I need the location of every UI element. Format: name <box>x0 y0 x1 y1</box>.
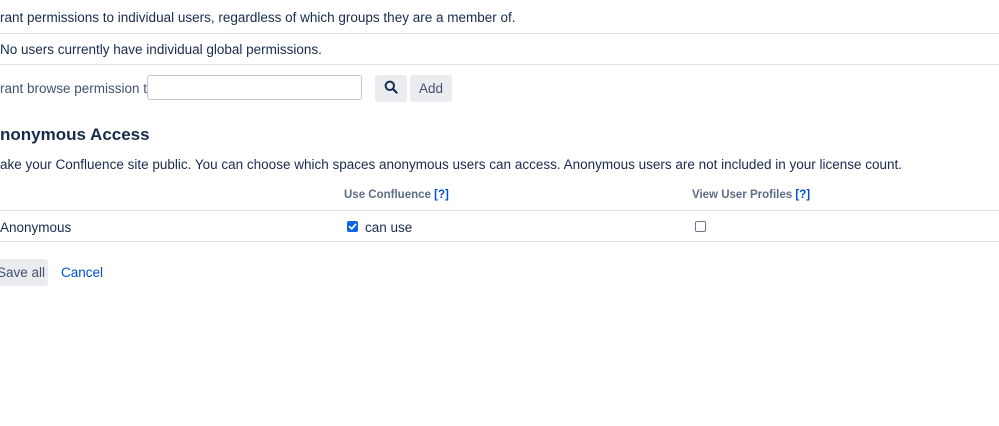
grant-browse-label: rant browse permission to <box>0 81 155 96</box>
search-icon <box>384 80 398 97</box>
help-link[interactable]: [?] <box>434 189 449 201</box>
divider <box>0 64 999 65</box>
anonymous-access-description: ake your Confluence site public. You can… <box>0 157 902 172</box>
anonymous-row-name: Anonymous <box>0 220 71 235</box>
can-use-label: can use <box>365 220 412 235</box>
user-search-button[interactable] <box>375 75 407 102</box>
check-icon <box>347 221 358 232</box>
column-header-use-confluence: Use Confluence [?] <box>344 189 449 201</box>
save-all-button[interactable]: Save all <box>0 259 48 286</box>
add-permission-button[interactable]: Add <box>410 75 452 102</box>
table-row-divider <box>0 241 999 242</box>
column-header-label: View User Profiles <box>692 189 792 201</box>
anonymous-access-heading: nonymous Access <box>0 125 150 145</box>
column-header-view-user-profiles: View User Profiles [?] <box>692 189 810 201</box>
view-user-profiles-checkbox[interactable] <box>695 221 706 232</box>
help-link[interactable]: [?] <box>795 189 810 201</box>
table-header-divider <box>0 210 999 211</box>
divider <box>0 33 999 34</box>
use-confluence-checkbox[interactable] <box>347 221 358 232</box>
global-permissions-intro: rant permissions to individual users, re… <box>0 10 516 25</box>
cancel-link[interactable]: Cancel <box>61 265 103 280</box>
empty-permissions-message: No users currently have individual globa… <box>0 42 322 57</box>
column-header-label: Use Confluence <box>344 189 431 201</box>
grant-user-input[interactable] <box>147 75 362 100</box>
